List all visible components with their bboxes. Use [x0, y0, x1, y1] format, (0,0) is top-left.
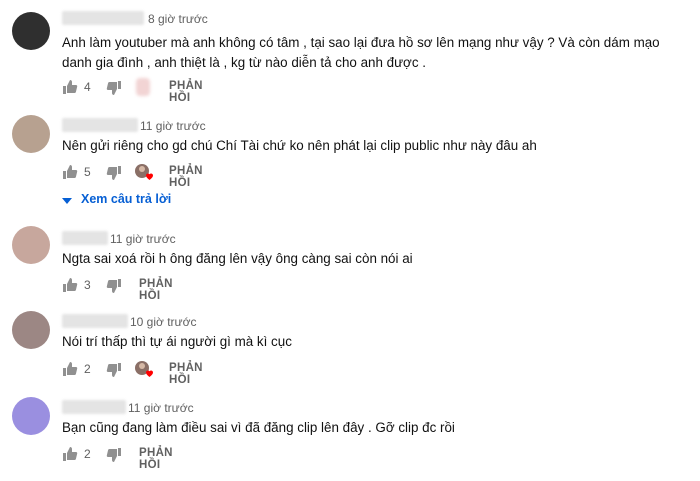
thumbs-up-icon[interactable]: [62, 79, 78, 100]
reply-button[interactable]: PHẢN HỒI: [139, 278, 173, 302]
avatar[interactable]: [12, 311, 50, 349]
author-name-blurred[interactable]: [62, 400, 126, 414]
thumbs-up-icon[interactable]: [62, 277, 78, 298]
avatar[interactable]: [12, 226, 50, 264]
reply-button[interactable]: PHẢN HỒI: [169, 80, 203, 104]
view-replies-label: Xem câu trả lời: [81, 192, 172, 206]
reply-button[interactable]: PHẢN HỒI: [139, 447, 173, 471]
comment-timestamp[interactable]: 11 giờ trước: [128, 401, 194, 415]
thumbs-up-icon[interactable]: [62, 164, 78, 185]
thumbs-down-icon[interactable]: [106, 165, 122, 186]
reply-button[interactable]: PHẢN HỒI: [169, 362, 203, 386]
like-count: 5: [84, 165, 91, 179]
reply-button[interactable]: PHẢN HỒI: [169, 165, 203, 189]
comment-timestamp[interactable]: 10 giờ trước: [130, 315, 196, 329]
comment-text: Bạn cũng đang làm điều sai vì đã đăng cl…: [62, 420, 455, 435]
like-count: 2: [84, 362, 91, 376]
author-name-blurred[interactable]: [62, 314, 128, 328]
view-replies-button[interactable]: Xem câu trả lời: [62, 192, 171, 207]
comment-text: Nên gửi riêng cho gd chú Chí Tài chứ ko …: [62, 138, 537, 153]
author-name-blurred[interactable]: [62, 231, 108, 245]
chevron-down-icon: [62, 193, 72, 207]
creator-heart-icon: [134, 360, 153, 378]
comment-text: Nói trí thấp thì tự ái người gì mà kì cụ…: [62, 334, 292, 349]
comment-timestamp[interactable]: 11 giờ trước: [140, 119, 206, 133]
avatar[interactable]: [12, 12, 50, 50]
avatar[interactable]: [12, 397, 50, 435]
thumbs-down-icon[interactable]: [106, 80, 122, 101]
comment-timestamp[interactable]: 11 giờ trước: [110, 232, 176, 246]
creator-heart-blurred: [134, 78, 152, 96]
like-count: 3: [84, 278, 91, 292]
thumbs-down-icon[interactable]: [106, 447, 122, 468]
thumbs-down-icon[interactable]: [106, 278, 122, 299]
thumbs-up-icon[interactable]: [62, 361, 78, 382]
author-name-blurred[interactable]: [62, 118, 138, 132]
thumbs-down-icon[interactable]: [106, 362, 122, 383]
comment-text: Anh làm youtuber mà anh không có tâm , t…: [62, 35, 660, 70]
like-count: 4: [84, 80, 91, 94]
thumbs-up-icon[interactable]: [62, 446, 78, 467]
like-count: 2: [84, 447, 91, 461]
creator-heart-icon: [134, 163, 153, 181]
comment-text: Ngta sai xoá rồi h ông đăng lên vậy ông …: [62, 251, 413, 266]
avatar[interactable]: [12, 115, 50, 153]
comment-timestamp[interactable]: 8 giờ trước: [148, 12, 208, 26]
author-name-blurred[interactable]: [62, 11, 144, 25]
